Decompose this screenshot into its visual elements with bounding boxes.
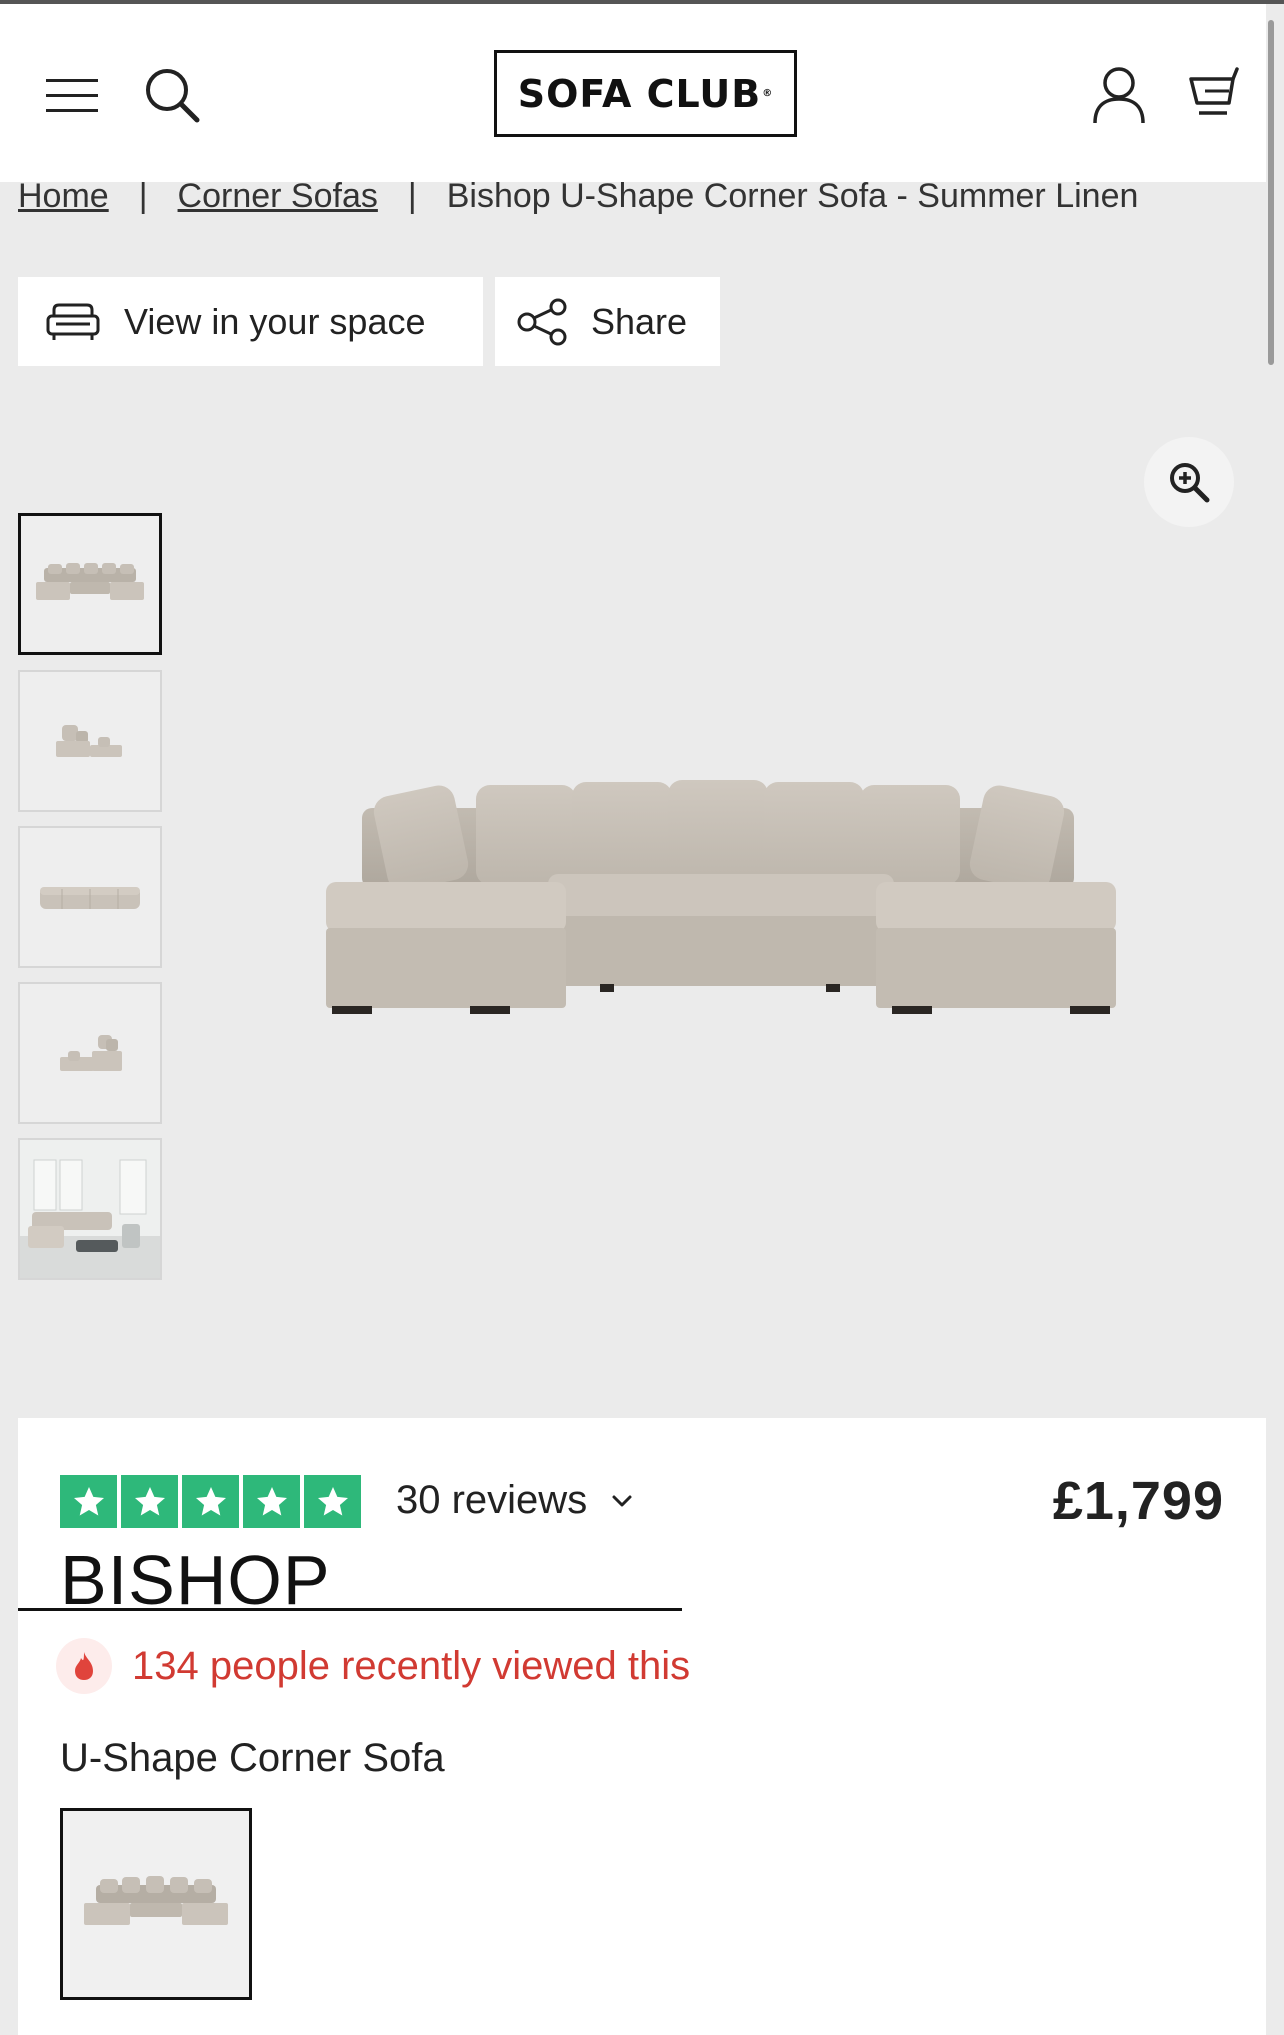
share-label: Share xyxy=(591,300,688,342)
room-setting-thumbnail-image xyxy=(20,1140,160,1278)
zoom-in-icon xyxy=(1170,463,1210,503)
site-logo[interactable]: SOFA CLUB ® xyxy=(494,50,797,137)
main-product-image[interactable] xyxy=(300,760,1130,1060)
sofa-front-thumbnail-image xyxy=(36,563,144,600)
sofa-angled-thumbnail-image xyxy=(60,1035,122,1071)
breadcrumb-current: Bishop U-Shape Corner Sofa - Summer Line… xyxy=(446,176,1139,215)
star-icon xyxy=(60,1475,117,1528)
breadcrumb-corner-sofas[interactable]: Corner Sofas xyxy=(178,177,378,216)
menu-icon xyxy=(46,79,98,112)
star-icon xyxy=(121,1475,178,1528)
view-in-space-button[interactable]: View in your space xyxy=(18,277,483,366)
reviews-dropdown[interactable]: 30 reviews xyxy=(396,1478,633,1523)
recently-viewed-notice: 134 people recently viewed this xyxy=(56,1638,690,1694)
u-shape-sofa-image xyxy=(326,780,1116,1014)
trustpilot-rating[interactable] xyxy=(60,1475,361,1528)
shape-label: U-Shape Corner Sofa xyxy=(60,1736,445,1780)
view-in-space-label: View in your space xyxy=(124,300,426,342)
star-icon xyxy=(182,1475,239,1528)
gallery-thumbnail-4[interactable] xyxy=(18,982,162,1124)
logo-text: SOFA CLUB xyxy=(517,71,762,116)
shape-option-u-shape[interactable] xyxy=(60,1808,252,2000)
share-button[interactable]: Share xyxy=(495,277,720,366)
sofa-back-thumbnail-image xyxy=(40,887,140,909)
product-info-panel: 30 reviews £1,799 BISHOP 134 people rece… xyxy=(18,1418,1266,2035)
reviews-count: 30 reviews xyxy=(396,1478,588,1522)
gallery-thumbnail-5[interactable] xyxy=(18,1138,162,1280)
breadcrumb-separator: | xyxy=(407,176,417,215)
search-icon xyxy=(146,69,200,123)
breadcrumb: Home | Corner Sofas | Bishop U-Shape Cor… xyxy=(18,174,1138,218)
cart-icon xyxy=(1189,67,1239,115)
gallery-thumbnail-1[interactable] xyxy=(18,513,162,655)
scrollbar-thumb[interactable] xyxy=(1268,20,1274,365)
site-header: SOFA CLUB ® xyxy=(0,4,1266,182)
section-underline xyxy=(18,1608,682,1611)
share-icon xyxy=(517,298,569,346)
search-button[interactable] xyxy=(138,62,206,128)
sofa-side-thumbnail-image xyxy=(56,725,122,757)
sofa-outline-icon xyxy=(46,302,100,342)
zoom-button[interactable] xyxy=(1144,437,1234,527)
gallery-thumbnail-2[interactable] xyxy=(18,670,162,812)
breadcrumb-home[interactable]: Home xyxy=(18,177,109,216)
account-button[interactable] xyxy=(1088,62,1150,128)
product-price: £1,799 xyxy=(1052,1471,1224,1531)
logo-registered-mark: ® xyxy=(762,88,774,99)
menu-button[interactable] xyxy=(40,66,104,126)
gallery-thumbnail-3[interactable] xyxy=(18,826,162,968)
chevron-down-icon xyxy=(612,1495,632,1506)
breadcrumb-separator: | xyxy=(138,176,148,215)
star-icon xyxy=(304,1475,361,1528)
flame-icon xyxy=(56,1638,112,1694)
u-shape-sofa-swatch-image xyxy=(84,1876,228,1925)
recently-viewed-text: 134 people recently viewed this xyxy=(132,1643,691,1688)
star-icon xyxy=(243,1475,300,1528)
cart-button[interactable] xyxy=(1184,62,1250,128)
account-icon xyxy=(1093,67,1145,124)
